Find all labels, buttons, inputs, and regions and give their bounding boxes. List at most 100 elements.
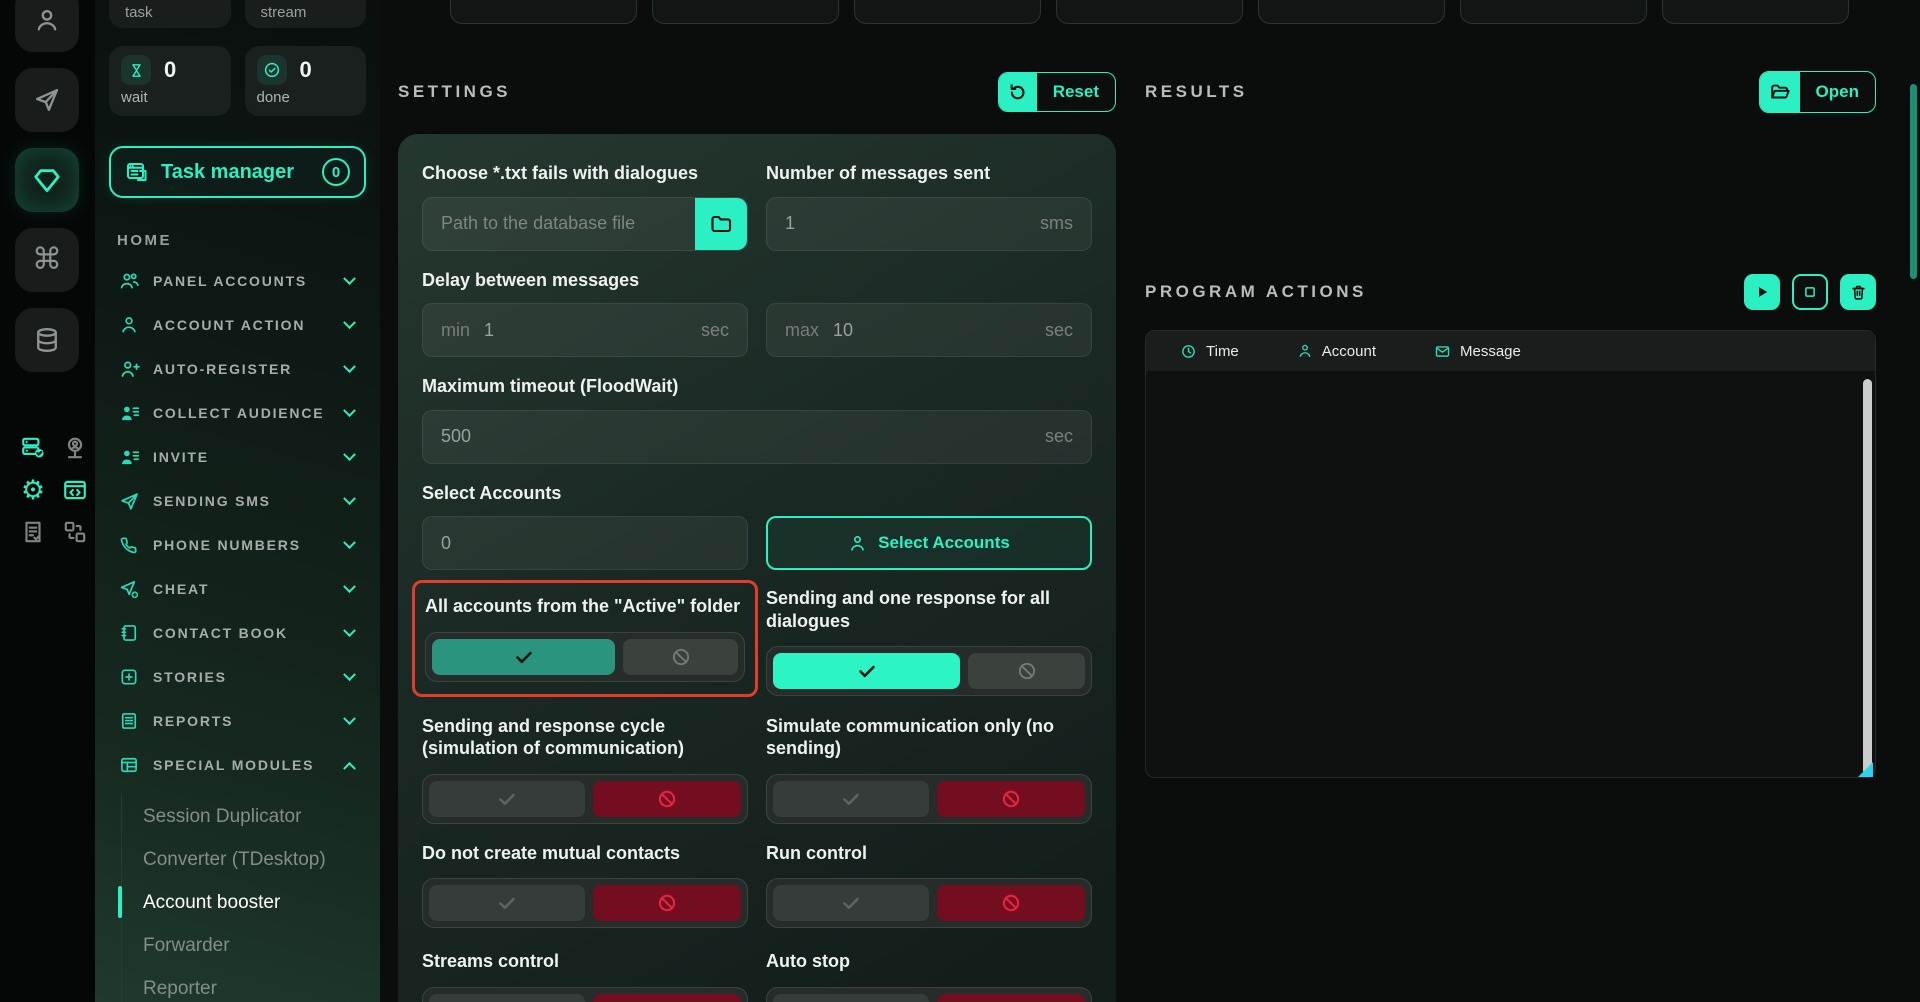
stream-card-label: stream (261, 4, 307, 21)
column-message[interactable]: Message (1434, 343, 1521, 360)
sidebar-item-account-action[interactable]: ACCOUNT ACTION (109, 303, 366, 347)
response-cycle-toggle (422, 774, 748, 824)
submenu-item-reporter[interactable]: Reporter (143, 967, 366, 1002)
sidebar-item-panel-accounts[interactable]: PANEL ACCOUNTS (109, 259, 366, 303)
toggle-block-option[interactable] (937, 781, 1085, 817)
chevron-down-icon (343, 536, 356, 549)
accounts-count-input[interactable]: 0 (422, 516, 748, 570)
column-time[interactable]: Time (1180, 343, 1239, 360)
messages-count-value: 1 (785, 213, 795, 234)
messages-count-input[interactable]: 1 sms (766, 197, 1092, 251)
stop-icon (1801, 283, 1819, 301)
toggle-check-option[interactable] (432, 639, 615, 675)
active-folder-toggle (425, 632, 745, 682)
stream-card[interactable]: stream (245, 0, 367, 28)
top-tab[interactable] (1460, 0, 1647, 24)
play-button[interactable] (1744, 274, 1780, 310)
wait-label: wait (121, 89, 219, 106)
open-button[interactable]: Open (1759, 71, 1876, 113)
delete-button[interactable] (1840, 274, 1876, 310)
delay-max-value: 10 (833, 320, 853, 341)
gem-rail-button[interactable] (15, 148, 79, 212)
resize-handle[interactable] (1858, 762, 1873, 777)
user-list-icon (117, 403, 141, 424)
delay-max-input[interactable]: max 10 sec (766, 303, 1092, 357)
webcam-icon[interactable] (61, 434, 89, 462)
sidebar-item-special-modules[interactable]: SPECIAL MODULES (109, 743, 366, 787)
sidebar-item-stories[interactable]: STORIES (109, 655, 366, 699)
code-window-icon[interactable] (61, 476, 89, 504)
select-accounts-label: Select Accounts (878, 533, 1010, 553)
command-rail-button[interactable]: ⌘ (15, 228, 79, 292)
sidebar-item-phone-numbers[interactable]: PHONE NUMBERS (109, 523, 366, 567)
gear-icon[interactable]: ⚙ (19, 476, 47, 504)
browse-folder-button[interactable] (695, 198, 747, 250)
sidebar-item-sending-sms[interactable]: SENDING SMS (109, 479, 366, 523)
task-manager-badge: 0 (322, 158, 350, 186)
toggle-block-option[interactable] (593, 781, 741, 817)
sidebar-item-reports[interactable]: REPORTS (109, 699, 366, 743)
toggle-block-option[interactable] (623, 639, 738, 675)
toggle-check-option[interactable] (773, 885, 929, 921)
program-actions-table: Time Account Message (1145, 330, 1876, 778)
task-manager-button[interactable]: Task manager 0 (109, 146, 366, 198)
column-account[interactable]: Account (1297, 343, 1376, 360)
select-accounts-button[interactable]: Select Accounts (766, 516, 1092, 570)
toggle-check-option[interactable] (773, 781, 929, 817)
icon-rail: ⌘ ⚙ (0, 0, 95, 1002)
special-modules-submenu: Session Duplicator Converter (TDesktop) … (121, 795, 366, 1002)
main-area: SETTINGS Reset Choose *.txt fails with d… (380, 0, 1920, 1002)
done-count: 0 (300, 57, 312, 83)
top-tab[interactable] (652, 0, 839, 24)
toggle-check-option[interactable] (429, 781, 585, 817)
delay-min-prefix: min (441, 320, 470, 341)
sidebar-item-auto-register[interactable]: AUTO-REGISTER (109, 347, 366, 391)
command-icon: ⌘ (32, 245, 62, 275)
one-response-toggle (766, 646, 1092, 696)
top-tab[interactable] (450, 0, 637, 24)
server-check-icon[interactable] (19, 434, 47, 462)
toggle-check-option[interactable] (773, 653, 960, 689)
toggle-block-option[interactable] (593, 885, 741, 921)
toggle-block-option[interactable] (593, 994, 741, 1002)
database-rail-button[interactable] (15, 308, 79, 372)
delay-min-input[interactable]: min 1 sec (422, 303, 748, 357)
sidebar-item-contact-book[interactable]: CONTACT BOOK (109, 611, 366, 655)
top-tab[interactable] (1662, 0, 1849, 24)
send-rail-button[interactable] (15, 68, 79, 132)
toggle-check-option[interactable] (429, 885, 585, 921)
top-tabs-row (450, 0, 1849, 24)
user-plus-icon (117, 359, 141, 380)
rail-mini-icons: ⚙ (19, 434, 95, 546)
user-list-icon (117, 447, 141, 468)
top-tab[interactable] (1056, 0, 1243, 24)
folder-icon (709, 212, 733, 236)
toggle-check-option[interactable] (773, 994, 929, 1002)
submenu-item-account-booster[interactable]: Account booster (143, 881, 366, 924)
submenu-item-session-duplicator[interactable]: Session Duplicator (143, 795, 366, 838)
window-scrollbar[interactable] (1910, 84, 1917, 279)
toggle-block-option[interactable] (937, 885, 1085, 921)
sidebar-item-cheat[interactable]: CHEAT (109, 567, 366, 611)
toggle-block-option[interactable] (937, 994, 1085, 1002)
sidebar-item-invite[interactable]: INVITE (109, 435, 366, 479)
document-check-icon[interactable] (19, 518, 47, 546)
task-card[interactable]: task (109, 0, 231, 28)
table-scrollbar[interactable] (1863, 379, 1872, 775)
chevron-down-icon (343, 448, 356, 461)
timeout-input[interactable]: 500 sec (422, 410, 1092, 464)
stop-button[interactable] (1792, 274, 1828, 310)
submenu-item-converter[interactable]: Converter (TDesktop) (143, 838, 366, 881)
user-rail-button[interactable] (15, 0, 79, 52)
submenu-item-forwarder[interactable]: Forwarder (143, 924, 366, 967)
toggle-label: Run control (766, 842, 1092, 865)
toggle-check-option[interactable] (429, 994, 585, 1002)
swap-icon[interactable] (61, 518, 89, 546)
top-tab[interactable] (854, 0, 1041, 24)
reset-button[interactable]: Reset (998, 72, 1116, 112)
streams-control-toggle (422, 987, 748, 1002)
sidebar-item-collect-audience[interactable]: COLLECT AUDIENCE (109, 391, 366, 435)
toggle-block-option[interactable] (968, 653, 1085, 689)
top-tab[interactable] (1258, 0, 1445, 24)
file-path-input[interactable]: Path to the database file (422, 197, 748, 251)
